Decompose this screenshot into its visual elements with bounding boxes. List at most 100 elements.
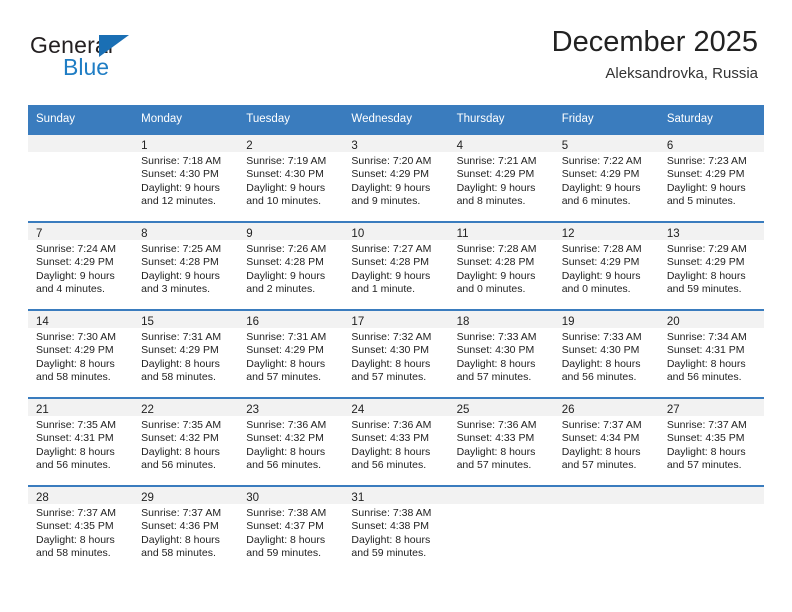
sunrise-text: Sunrise: 7:24 AM [36,243,116,255]
weekday-header-sunday: Sunday [28,105,134,134]
daylight-hours-text: Daylight: 8 hours [246,445,326,458]
daylight-minutes-text: and 12 minutes. [141,195,216,208]
sunset-text: Sunset: 4:33 PM [456,432,535,445]
sunset-text: Sunset: 4:28 PM [246,256,324,269]
day-cell-details [449,504,554,507]
daylight-hours-text: Daylight: 8 hours [351,533,431,546]
general-blue-logo[interactable]: General Blue [30,32,210,88]
day-cell-details: Sunrise: 7:26 AM Sunset: 4:28 PM Daylight:… [238,240,343,297]
day-number-band: 29 [133,487,239,504]
calendar-day-cell[interactable]: 13 Sunrise: 7:29 AM Sunset: 4:29 PM Dayligh… [658,221,764,310]
day-cell-details: Sunrise: 7:27 AM Sunset: 4:28 PM Daylight:… [343,240,448,297]
sunrise-text: Sunrise: 7:33 AM [561,331,642,343]
daylight-minutes-text: and 56 minutes. [141,459,216,472]
sunset-text: Sunset: 4:29 PM [246,344,324,357]
day-number-band: 1 [133,135,239,152]
daylight-hours-text: Daylight: 9 hours [456,269,536,282]
calendar-day-cell[interactable]: 21 Sunrise: 7:35 AM Sunset: 4:31 PM Dayligh… [28,397,134,486]
day-number: 27 [666,404,680,416]
day-cell-inner: 29 Sunrise: 7:37 AM Sunset: 4:36 PM Dayligh… [133,487,239,573]
calendar-day-cell[interactable]: 6 Sunrise: 7:23 AM Sunset: 4:29 PM Daylight… [658,133,764,222]
day-cell-inner: 14 Sunrise: 7:30 AM Sunset: 4:29 PM Dayligh… [28,311,134,397]
daylight-minutes-text: and 57 minutes. [456,459,532,472]
sunset-text: Sunset: 4:38 PM [351,520,430,533]
calendar-day-cell[interactable]: 7 Sunrise: 7:24 AM Sunset: 4:29 PM Daylight… [28,221,134,310]
day-cell-inner: 11 Sunrise: 7:28 AM Sunset: 4:28 PM Dayligh… [448,223,554,309]
day-number: 13 [666,228,680,240]
calendar-day-cell[interactable]: 4 Sunrise: 7:21 AM Sunset: 4:29 PM Daylight… [448,133,554,222]
sunset-text: Sunset: 4:28 PM [141,256,219,269]
calendar-day-cell[interactable]: 3 Sunrise: 7:20 AM Sunset: 4:29 PM Daylight… [343,133,449,222]
day-cell-details: Sunrise: 7:24 AM Sunset: 4:29 PM Daylight:… [28,240,133,297]
calendar-day-cell[interactable]: 22 Sunrise: 7:35 AM Sunset: 4:32 PM Dayligh… [133,397,239,486]
day-cell-inner: 3 Sunrise: 7:20 AM Sunset: 4:29 PM Daylight… [343,135,449,221]
day-cell-details: Sunrise: 7:37 AM Sunset: 4:36 PM Daylight:… [133,504,238,561]
calendar-day-cell[interactable]: 8 Sunrise: 7:25 AM Sunset: 4:28 PM Daylight… [133,221,239,310]
day-cell-inner: 7 Sunrise: 7:24 AM Sunset: 4:29 PM Daylight… [28,223,134,309]
sunset-text: Sunset: 4:29 PM [666,168,745,181]
sunset-text: Sunset: 4:29 PM [456,168,535,181]
calendar-day-cell[interactable]: 26 Sunrise: 7:37 AM Sunset: 4:34 PM Dayligh… [553,397,659,486]
calendar-day-cell[interactable]: 25 Sunrise: 7:36 AM Sunset: 4:33 PM Dayligh… [448,397,554,486]
sunrise-text: Sunrise: 7:23 AM [666,155,747,167]
calendar-day-cell[interactable]: 20 Sunrise: 7:34 AM Sunset: 4:31 PM Dayligh… [658,309,764,398]
day-number-band: 6 [658,135,764,152]
day-cell-details: Sunrise: 7:28 AM Sunset: 4:29 PM Daylight:… [554,240,659,297]
day-number-band: 5 [553,135,659,152]
daylight-minutes-text: and 59 minutes. [246,547,321,560]
sunset-text: Sunset: 4:31 PM [36,432,114,445]
day-cell-details: Sunrise: 7:35 AM Sunset: 4:32 PM Daylight:… [133,416,238,473]
day-number-band [658,487,764,504]
daylight-minutes-text: and 58 minutes. [141,547,216,560]
calendar-day-cell[interactable]: 23 Sunrise: 7:36 AM Sunset: 4:32 PM Dayligh… [238,397,344,486]
daylight-minutes-text: and 59 minutes. [351,547,427,560]
day-cell-details: Sunrise: 7:28 AM Sunset: 4:28 PM Daylight:… [449,240,554,297]
calendar-day-cell[interactable]: 2 Sunrise: 7:19 AM Sunset: 4:30 PM Daylight… [238,133,344,222]
day-cell-details [554,504,659,507]
day-number-band: 13 [658,223,764,240]
sunrise-text: Sunrise: 7:36 AM [456,419,537,431]
calendar-day-cell[interactable]: 18 Sunrise: 7:33 AM Sunset: 4:30 PM Dayligh… [448,309,554,398]
sunrise-text: Sunrise: 7:32 AM [351,331,432,343]
calendar-day-cell[interactable]: 16 Sunrise: 7:31 AM Sunset: 4:29 PM Dayligh… [238,309,344,398]
day-number: 23 [246,404,260,416]
calendar-week-row: 28 Sunrise: 7:37 AM Sunset: 4:35 PM Dayligh… [28,485,764,573]
day-number-band: 23 [238,399,344,416]
day-cell-details: Sunrise: 7:30 AM Sunset: 4:29 PM Daylight:… [28,328,133,385]
day-cell-inner: 9 Sunrise: 7:26 AM Sunset: 4:28 PM Daylight… [238,223,344,309]
day-cell-inner: 8 Sunrise: 7:25 AM Sunset: 4:28 PM Daylight… [133,223,239,309]
calendar-day-cell[interactable]: 5 Sunrise: 7:22 AM Sunset: 4:29 PM Daylight… [553,133,659,222]
day-number-band [28,135,134,152]
calendar-day-cell[interactable]: 29 Sunrise: 7:37 AM Sunset: 4:36 PM Dayligh… [133,485,239,573]
calendar-day-cell[interactable]: 10 Sunrise: 7:27 AM Sunset: 4:28 PM Dayligh… [343,221,449,310]
day-number: 31 [351,492,365,504]
weekday-header-row: Sunday Monday Tuesday Wednesday Thursday… [28,105,764,134]
calendar-day-cell[interactable]: 30 Sunrise: 7:38 AM Sunset: 4:37 PM Dayligh… [238,485,344,573]
day-number-band: 9 [238,223,344,240]
calendar-day-cell[interactable]: 9 Sunrise: 7:26 AM Sunset: 4:28 PM Daylight… [238,221,344,310]
calendar-day-cell[interactable]: 14 Sunrise: 7:30 AM Sunset: 4:29 PM Dayligh… [28,309,134,398]
calendar-day-cell[interactable]: 27 Sunrise: 7:37 AM Sunset: 4:35 PM Dayligh… [658,397,764,486]
day-number: 14 [36,316,49,328]
sunrise-text: Sunrise: 7:34 AM [666,331,747,343]
calendar-day-cell[interactable]: 24 Sunrise: 7:36 AM Sunset: 4:33 PM Dayligh… [343,397,449,486]
calendar-day-cell[interactable]: 19 Sunrise: 7:33 AM Sunset: 4:30 PM Dayligh… [553,309,659,398]
calendar-day-cell[interactable]: 31 Sunrise: 7:38 AM Sunset: 4:38 PM Dayligh… [343,485,449,573]
calendar-day-cell[interactable]: 11 Sunrise: 7:28 AM Sunset: 4:28 PM Dayligh… [448,221,554,310]
day-number-band: 7 [28,223,134,240]
day-cell-details: Sunrise: 7:31 AM Sunset: 4:29 PM Daylight:… [133,328,238,385]
daylight-minutes-text: and 57 minutes. [246,371,321,384]
calendar-day-cell[interactable]: 28 Sunrise: 7:37 AM Sunset: 4:35 PM Dayligh… [28,485,134,573]
calendar-day-cell[interactable]: 12 Sunrise: 7:28 AM Sunset: 4:29 PM Dayligh… [553,221,659,310]
day-cell-inner [28,135,134,221]
day-cell-details: Sunrise: 7:29 AM Sunset: 4:29 PM Daylight:… [659,240,764,297]
calendar-day-cell[interactable]: 17 Sunrise: 7:32 AM Sunset: 4:30 PM Dayligh… [343,309,449,398]
day-cell-inner [553,487,659,573]
day-number-band: 27 [658,399,764,416]
calendar-day-cell[interactable]: 15 Sunrise: 7:31 AM Sunset: 4:29 PM Dayligh… [133,309,239,398]
sunset-text: Sunset: 4:30 PM [141,168,219,181]
day-cell-inner: 21 Sunrise: 7:35 AM Sunset: 4:31 PM Dayligh… [28,399,134,485]
day-number: 28 [36,492,49,504]
day-number-band: 10 [343,223,449,240]
calendar-day-cell[interactable]: 1 Sunrise: 7:18 AM Sunset: 4:30 PM Daylight… [133,133,239,222]
